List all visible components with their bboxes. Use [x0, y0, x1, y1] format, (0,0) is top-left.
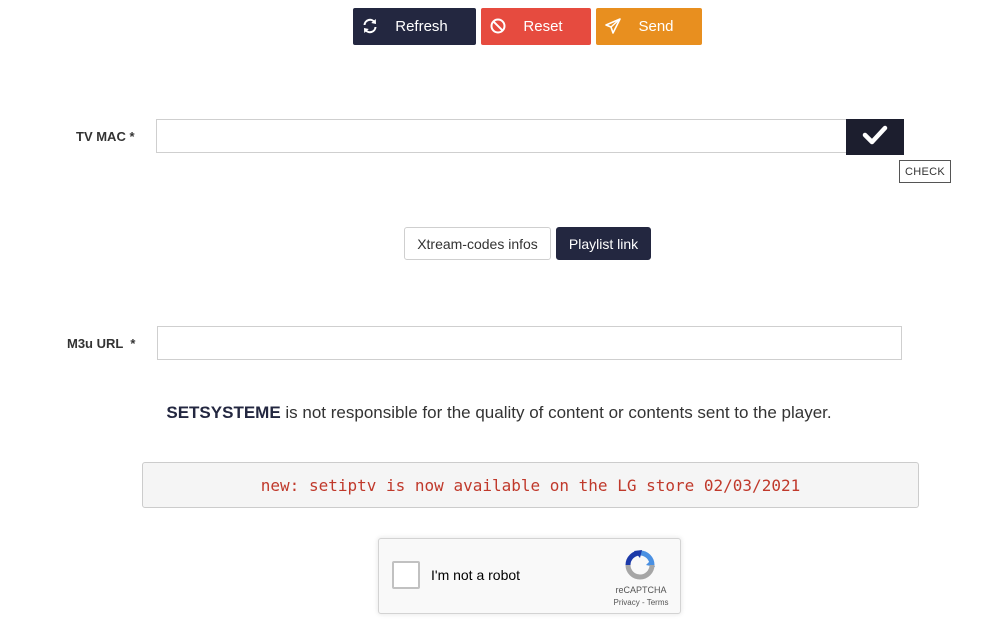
- captcha-checkbox[interactable]: [392, 561, 420, 589]
- recaptcha-widget: I'm not a robot reCAPTCHA Privacy - Term…: [378, 538, 681, 614]
- captcha-label: I'm not a robot: [431, 567, 521, 583]
- refresh-button-label: Refresh: [395, 18, 448, 35]
- refresh-button[interactable]: Refresh: [353, 8, 476, 45]
- tv-mac-input[interactable]: [156, 119, 847, 153]
- reset-button-label: Reset: [523, 18, 563, 35]
- captcha-privacy-terms[interactable]: Privacy - Terms: [601, 598, 681, 607]
- m3u-url-label: M3u URL *: [67, 336, 136, 351]
- disclaimer-text: SETSYSTEME is not responsible for the qu…: [0, 403, 998, 423]
- check-button[interactable]: [846, 119, 904, 155]
- check-tooltip: CHECK: [899, 160, 951, 183]
- recaptcha-logo-icon: [624, 549, 656, 581]
- tab-xtream-codes-infos[interactable]: Xtream-codes infos: [404, 227, 551, 260]
- m3u-url-input[interactable]: [157, 326, 902, 360]
- send-button[interactable]: Send: [596, 8, 702, 45]
- send-button-label: Send: [638, 18, 674, 35]
- reset-button[interactable]: Reset: [481, 8, 591, 45]
- disclaimer-brand: SETSYSTEME: [166, 403, 281, 422]
- tab-playlist-link[interactable]: Playlist link: [556, 227, 651, 260]
- notice-box: new: setiptv is now available on the LG …: [142, 462, 919, 508]
- checkmark-icon: [862, 124, 888, 151]
- tv-mac-label: TV MAC *: [76, 129, 135, 144]
- notice-text: new: setiptv is now available on the LG …: [260, 475, 801, 495]
- disclaimer-body: is not responsible for the quality of co…: [280, 403, 832, 422]
- captcha-brand: reCAPTCHA: [615, 585, 667, 595]
